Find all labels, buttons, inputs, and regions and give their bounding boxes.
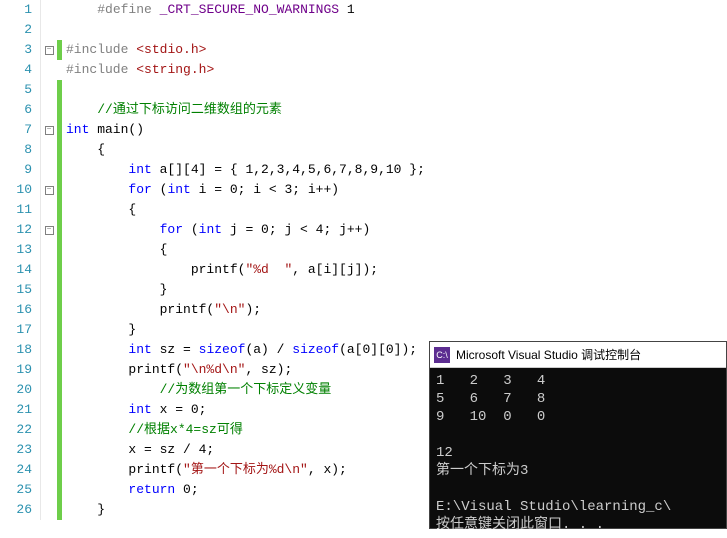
line-number: 26	[0, 500, 40, 520]
code-line[interactable]: for (int j = 0; j < 4; j++)	[62, 220, 727, 240]
line-number: 10	[0, 180, 40, 200]
code-line[interactable]: #include <string.h>	[62, 60, 727, 80]
line-number: 20	[0, 380, 40, 400]
line-number: 9	[0, 160, 40, 180]
fold-cell	[41, 440, 57, 460]
fold-cell	[41, 340, 57, 360]
line-number: 1	[0, 0, 40, 20]
line-number: 8	[0, 140, 40, 160]
code-line[interactable]: printf("\n");	[62, 300, 727, 320]
code-line[interactable]: }	[62, 280, 727, 300]
line-number: 22	[0, 420, 40, 440]
fold-cell	[41, 240, 57, 260]
line-number: 12	[0, 220, 40, 240]
fold-toggle[interactable]: −	[45, 226, 54, 235]
fold-cell	[41, 400, 57, 420]
line-number: 24	[0, 460, 40, 480]
fold-cell	[41, 260, 57, 280]
code-line[interactable]: //通过下标访问二维数组的元素	[62, 100, 727, 120]
console-icon: C:\	[434, 347, 450, 363]
line-number: 3	[0, 40, 40, 60]
code-line[interactable]: for (int i = 0; i < 3; i++)	[62, 180, 727, 200]
fold-cell	[41, 380, 57, 400]
fold-cell	[41, 0, 57, 20]
code-line[interactable]: {	[62, 140, 727, 160]
fold-cell	[41, 420, 57, 440]
line-number: 13	[0, 240, 40, 260]
fold-toggle[interactable]: −	[45, 126, 54, 135]
console-titlebar[interactable]: C:\ Microsoft Visual Studio 调试控制台	[430, 342, 726, 368]
fold-toggle[interactable]: −	[45, 186, 54, 195]
fold-cell	[41, 460, 57, 480]
line-number: 21	[0, 400, 40, 420]
fold-cell	[41, 140, 57, 160]
debug-console-window[interactable]: C:\ Microsoft Visual Studio 调试控制台 1 2 3 …	[429, 341, 727, 529]
console-output[interactable]: 1 2 3 4 5 6 7 8 9 10 0 0 12 第一个下标为3 E:\V…	[430, 368, 726, 538]
line-number: 14	[0, 260, 40, 280]
fold-cell	[41, 480, 57, 500]
fold-cell	[41, 60, 57, 80]
fold-cell	[41, 160, 57, 180]
fold-cell	[41, 500, 57, 520]
line-number: 2	[0, 20, 40, 40]
fold-cell	[41, 300, 57, 320]
fold-cell	[41, 100, 57, 120]
line-number: 23	[0, 440, 40, 460]
fold-cell: −	[41, 120, 57, 140]
console-title-text: Microsoft Visual Studio 调试控制台	[456, 346, 641, 363]
line-number: 16	[0, 300, 40, 320]
line-number: 19	[0, 360, 40, 380]
code-line[interactable]: int main()	[62, 120, 727, 140]
fold-cell	[41, 280, 57, 300]
fold-cell	[41, 360, 57, 380]
fold-column[interactable]: − − − −	[41, 0, 57, 520]
code-line[interactable]: #include <stdio.h>	[62, 40, 727, 60]
line-number: 18	[0, 340, 40, 360]
code-line[interactable]: printf("%d ", a[i][j]);	[62, 260, 727, 280]
line-number: 25	[0, 480, 40, 500]
code-line[interactable]: }	[62, 320, 727, 340]
line-number: 11	[0, 200, 40, 220]
fold-cell	[41, 200, 57, 220]
fold-cell	[41, 20, 57, 40]
fold-cell	[41, 320, 57, 340]
code-line[interactable]: int a[][4] = { 1,2,3,4,5,6,7,8,9,10 };	[62, 160, 727, 180]
line-number: 6	[0, 100, 40, 120]
line-number-gutter: 1234567891011121314151617181920212223242…	[0, 0, 41, 520]
line-number: 17	[0, 320, 40, 340]
line-number: 15	[0, 280, 40, 300]
code-line[interactable]: #define _CRT_SECURE_NO_WARNINGS 1	[62, 0, 727, 20]
code-line[interactable]	[62, 20, 727, 40]
line-number: 4	[0, 60, 40, 80]
line-number: 7	[0, 120, 40, 140]
code-line[interactable]: {	[62, 200, 727, 220]
fold-cell: −	[41, 220, 57, 240]
line-number: 5	[0, 80, 40, 100]
fold-toggle[interactable]: −	[45, 46, 54, 55]
fold-cell: −	[41, 180, 57, 200]
fold-cell	[41, 80, 57, 100]
fold-cell: −	[41, 40, 57, 60]
code-line[interactable]: {	[62, 240, 727, 260]
code-line[interactable]	[62, 80, 727, 100]
